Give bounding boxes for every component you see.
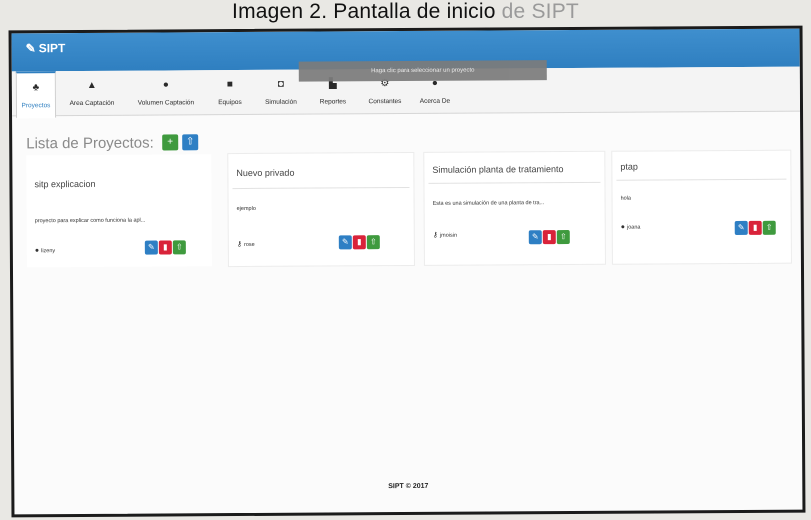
upload-icon: ⇧ xyxy=(175,242,183,252)
tooltip: Haga clic para seleccionar un proyecto xyxy=(298,60,547,82)
sitemap-icon: ♣ xyxy=(32,82,40,94)
key-icon: ⚷ xyxy=(432,231,438,239)
project-title: ptap xyxy=(620,161,638,172)
add-project-button[interactable]: + xyxy=(162,134,179,151)
project-card: Simulación planta de tratamiento Esta es… xyxy=(424,151,605,265)
key-icon: ⚷ xyxy=(236,241,242,249)
project-actions: ✎ ▮ ⇧ xyxy=(528,226,571,245)
project-owner: ⚷ rose xyxy=(236,241,255,249)
edit-button[interactable]: ✎ xyxy=(338,235,352,250)
edit-button[interactable]: ✎ xyxy=(734,220,748,235)
project-actions: ✎ ▮ ⇧ xyxy=(144,236,187,255)
user-icon: ● xyxy=(620,223,625,231)
plus-icon: + xyxy=(167,136,174,148)
open-button[interactable]: ⇧ xyxy=(366,235,380,250)
leaf-icon: ✎ xyxy=(25,41,36,56)
project-title: Nuevo privado xyxy=(236,167,295,179)
project-card: sitp explicacion proyecto para explicar … xyxy=(26,154,212,268)
upload-icon: ⇧ xyxy=(369,237,377,247)
page-title: Lista de Proyectos: xyxy=(26,134,154,153)
project-description: hola xyxy=(620,195,631,202)
tab-volumen-captacion[interactable]: ● Volumen Captación xyxy=(130,70,202,114)
pencil-icon: ✎ xyxy=(147,242,155,252)
pencil-icon: ✎ xyxy=(531,232,539,242)
trash-icon: ▮ xyxy=(753,222,758,232)
open-button[interactable]: ⇧ xyxy=(172,240,186,255)
delete-button[interactable]: ▮ xyxy=(352,235,366,250)
delete-button[interactable]: ▮ xyxy=(158,240,172,255)
server-icon: ■ xyxy=(226,79,233,91)
divider xyxy=(428,181,601,184)
tint-icon: ● xyxy=(162,79,169,91)
edit-button[interactable]: ✎ xyxy=(528,230,542,245)
project-card: Nuevo privado ejemplo ⚷ rose ✎ ▮ ⇧ xyxy=(228,152,414,267)
trash-icon: ▮ xyxy=(163,242,168,252)
monitor-frame: ✎ SIPT ♣ Proyectos ▲ Area Captación ● Vol… xyxy=(8,25,806,518)
project-actions: ✎ ▮ ⇧ xyxy=(734,217,777,235)
project-description: Esta es una simulación de una planta de … xyxy=(432,200,545,207)
divider xyxy=(616,178,787,181)
upload-project-button[interactable]: ⇧ xyxy=(182,134,199,151)
project-owner: ⚷ jmoisin xyxy=(432,231,458,239)
open-button[interactable]: ⇧ xyxy=(762,220,776,235)
upload-icon: ⇧ xyxy=(765,222,773,232)
trash-icon: ▮ xyxy=(547,232,552,242)
project-description: ejemplo xyxy=(236,205,256,213)
brand-logo[interactable]: ✎ SIPT xyxy=(26,41,66,55)
tab-area-captacion[interactable]: ▲ Area Captación xyxy=(62,71,122,115)
project-description: proyecto para explicar como funciona la … xyxy=(34,217,146,225)
pencil-icon: ✎ xyxy=(737,222,745,232)
edit-button[interactable]: ✎ xyxy=(144,240,158,255)
user-icon: ● xyxy=(34,247,40,255)
project-owner: ● lizeny xyxy=(34,247,56,255)
figure-caption: Imagen 2. Pantalla de inicio de SIPT xyxy=(232,0,579,23)
upload-icon: ⇧ xyxy=(185,136,195,148)
delete-button[interactable]: ▮ xyxy=(542,230,556,245)
tab-equipos[interactable]: ■ Equipos xyxy=(210,70,250,114)
project-title: Simulación planta de tratamiento xyxy=(432,164,564,175)
area-chart-icon: ▲ xyxy=(86,79,97,91)
project-card: ptap hola ● joana ✎ ▮ ⇧ xyxy=(612,150,791,264)
project-actions: ✎ ▮ ⇧ xyxy=(338,231,381,250)
open-button[interactable]: ⇧ xyxy=(556,230,570,245)
footer: SIPT © 2017 xyxy=(388,482,429,491)
project-owner: ● joana xyxy=(620,223,641,231)
trash-icon: ▮ xyxy=(357,237,362,247)
upload-icon: ⇧ xyxy=(559,232,567,242)
delete-button[interactable]: ▮ xyxy=(748,220,762,235)
pencil-icon: ✎ xyxy=(341,237,349,247)
project-title: sitp explicacion xyxy=(34,178,96,190)
divider xyxy=(232,186,410,190)
tab-proyectos[interactable]: ♣ Proyectos xyxy=(15,71,57,119)
